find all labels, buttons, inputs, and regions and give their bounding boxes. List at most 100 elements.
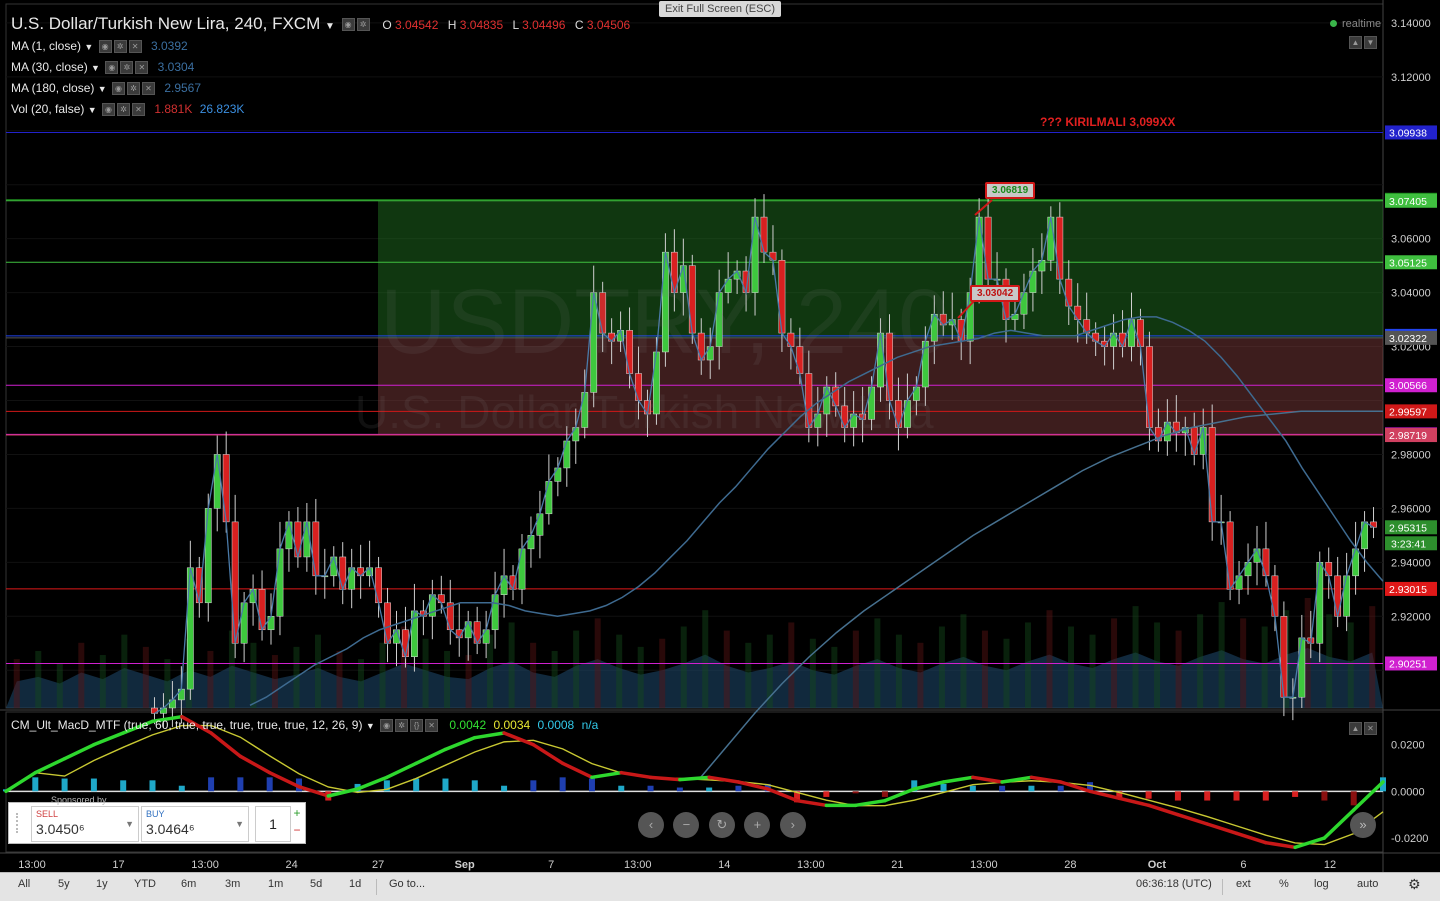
plus-icon[interactable]: + bbox=[291, 806, 303, 823]
chevron-down-icon[interactable]: ▼ bbox=[125, 819, 134, 829]
divider bbox=[1222, 879, 1223, 895]
candle-body bbox=[1190, 427, 1198, 455]
range-5y[interactable]: 5y bbox=[58, 878, 70, 890]
eye-icon[interactable]: ◉ bbox=[105, 61, 119, 75]
range-6m[interactable]: 6m bbox=[181, 878, 196, 890]
volume-bar bbox=[616, 634, 623, 708]
chevron-down-icon[interactable]: ▼ bbox=[366, 721, 375, 731]
drag-handle[interactable] bbox=[16, 813, 24, 833]
code-icon[interactable]: {} bbox=[410, 719, 424, 733]
candle-body bbox=[1146, 346, 1153, 428]
ext-toggle[interactable]: ext bbox=[1236, 878, 1251, 890]
macd-histogram-bar bbox=[852, 791, 859, 794]
close-icon[interactable]: ✕ bbox=[128, 40, 142, 54]
eye-icon[interactable]: ◉ bbox=[98, 40, 112, 54]
quantity-input[interactable]: 1 bbox=[255, 806, 291, 842]
chevron-down-icon[interactable]: ▼ bbox=[325, 21, 335, 32]
candle-body bbox=[240, 602, 248, 644]
goto-button[interactable]: Go to... bbox=[389, 878, 425, 890]
gear-icon[interactable]: ✲ bbox=[120, 61, 134, 75]
price-callout-mid[interactable]: 3.03042 bbox=[970, 285, 1021, 302]
chevron-down-icon[interactable]: ▼ bbox=[98, 84, 107, 94]
macd-histogram-bar bbox=[237, 777, 244, 792]
gear-icon[interactable]: ✲ bbox=[126, 82, 140, 96]
macd-histogram-bar bbox=[1321, 791, 1328, 801]
candle-body bbox=[760, 216, 768, 253]
range-1d[interactable]: 1d bbox=[349, 878, 361, 890]
log-toggle[interactable]: log bbox=[1314, 878, 1329, 890]
time-tick-label: Oct bbox=[1148, 859, 1167, 871]
price-callout-high[interactable]: 3.06819 bbox=[985, 182, 1036, 199]
scroll-right-icon[interactable]: › bbox=[779, 812, 806, 838]
candle-body bbox=[384, 602, 391, 644]
gear-icon[interactable]: ⚙ bbox=[1408, 876, 1421, 893]
percent-toggle[interactable]: % bbox=[1279, 878, 1289, 890]
gear-icon[interactable]: ✲ bbox=[113, 40, 127, 54]
macd-tick-label: 0.0000 bbox=[1391, 786, 1425, 798]
minus-icon[interactable]: − bbox=[291, 823, 303, 840]
close-icon[interactable]: ✕ bbox=[131, 103, 145, 117]
candle-body bbox=[222, 454, 230, 523]
macd-histogram-bar bbox=[618, 785, 625, 792]
candle-body bbox=[1110, 332, 1117, 347]
gear-icon[interactable]: ✲ bbox=[356, 18, 370, 32]
range-ytd[interactable]: YTD bbox=[134, 878, 156, 890]
candle-body bbox=[491, 594, 499, 631]
chart-canvas[interactable]: 3.140003.120003.060003.040003.020002.980… bbox=[0, 0, 1440, 900]
candle-body bbox=[1226, 521, 1234, 590]
macd-histogram-bar bbox=[90, 778, 97, 792]
scroll-to-latest-icon[interactable]: » bbox=[1350, 812, 1376, 838]
eye-icon[interactable]: ◉ bbox=[380, 719, 394, 733]
chevron-down-icon[interactable]: ▼ bbox=[235, 819, 244, 829]
settings-icon[interactable]: ◉ bbox=[341, 18, 355, 32]
candle-body bbox=[1244, 562, 1252, 577]
volume-bar bbox=[1089, 634, 1096, 708]
range-1m[interactable]: 1m bbox=[268, 878, 283, 890]
chevron-down-icon[interactable]: ▼ bbox=[84, 42, 93, 52]
utc-clock[interactable]: 06:36:18 (UTC) bbox=[1136, 878, 1212, 890]
chart-annotation-text[interactable]: ??? KIRILMALI 3,099XX bbox=[1040, 115, 1175, 129]
volume-bar bbox=[1175, 630, 1182, 708]
reset-icon[interactable]: ↻ bbox=[708, 812, 735, 838]
close-icon[interactable]: ✕ bbox=[135, 61, 149, 75]
candle-body bbox=[294, 521, 302, 558]
buy-button[interactable]: BUY 3.0464⁶ ▼ bbox=[141, 806, 249, 842]
candle-body bbox=[527, 535, 535, 550]
zoom-out-icon[interactable]: − bbox=[673, 812, 700, 838]
exit-fullscreen-button[interactable]: Exit Full Screen (ESC) bbox=[659, 1, 781, 17]
sell-button[interactable]: SELL 3.0450⁶ ▼ bbox=[31, 806, 139, 842]
gear-icon[interactable]: ✲ bbox=[395, 719, 409, 733]
chevron-down-icon[interactable]: ▼ bbox=[88, 105, 97, 115]
range-1y[interactable]: 1y bbox=[96, 878, 108, 890]
indicator-ma180: MA (180, close) ▼ ◉ ✲ ✕ 2.9567 bbox=[11, 81, 202, 96]
chevron-down-icon[interactable]: ▼ bbox=[91, 63, 100, 73]
eye-icon[interactable]: ◉ bbox=[101, 103, 115, 117]
range-3m[interactable]: 3m bbox=[225, 878, 240, 890]
auto-toggle[interactable]: auto bbox=[1357, 878, 1378, 890]
range-5d[interactable]: 5d bbox=[310, 878, 322, 890]
price-tick-label: 2.92000 bbox=[1391, 611, 1431, 623]
close-icon[interactable]: ✕ bbox=[425, 719, 439, 733]
symbol-title[interactable]: U.S. Dollar/Turkish New Lira, 240, FXCM bbox=[11, 14, 320, 33]
gear-icon[interactable]: ✲ bbox=[116, 103, 130, 117]
volume-bar bbox=[573, 630, 580, 708]
eye-icon[interactable]: ◉ bbox=[111, 82, 125, 96]
close-pane-icon[interactable]: ✕ bbox=[1364, 722, 1377, 736]
volume-bar bbox=[508, 622, 515, 708]
zoom-in-icon[interactable]: + bbox=[744, 812, 771, 838]
macd-histogram-bar bbox=[559, 777, 566, 792]
minimize-icon[interactable]: ▼ bbox=[1364, 36, 1377, 50]
maximize-icon[interactable]: ▲ bbox=[1349, 36, 1362, 50]
close-icon[interactable]: ✕ bbox=[141, 82, 155, 96]
scroll-left-icon[interactable]: ‹ bbox=[638, 812, 664, 838]
macd-histogram-bar bbox=[1028, 785, 1035, 792]
range-all[interactable]: All bbox=[18, 878, 30, 890]
volume-bar bbox=[702, 610, 709, 708]
macd-line-segment bbox=[648, 775, 682, 782]
macd-histogram-bar bbox=[881, 791, 888, 797]
macd-histogram-bar bbox=[735, 785, 742, 792]
candle-body bbox=[186, 567, 194, 690]
maximize-icon[interactable]: ▲ bbox=[1349, 722, 1362, 736]
macd-histogram-bar bbox=[1145, 791, 1152, 799]
candle-body bbox=[1038, 259, 1046, 272]
